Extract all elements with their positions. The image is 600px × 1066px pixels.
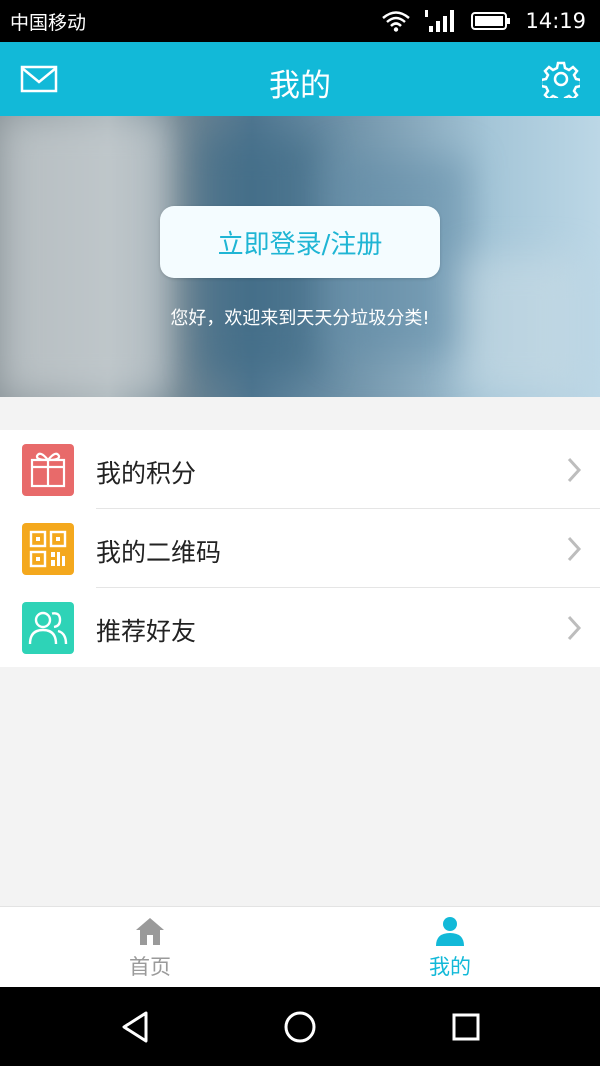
app-root: 中国移动 14:19 我的 立即登录/注册 您好，欢迎来到天天分垃圾分类! 我的…: [0, 0, 600, 1066]
menu-item-label: 推荐好友: [96, 617, 197, 646]
tab-profile-label: 我的: [429, 955, 471, 979]
profile-menu: 我的积分 我的二维码 推荐好友: [0, 430, 600, 667]
page-title: 我的: [269, 68, 331, 104]
gift-icon: [22, 444, 74, 496]
carrier-label: 中国移动: [10, 12, 87, 34]
status-icons: 14:19: [381, 6, 586, 36]
home-circle-icon[interactable]: [280, 1007, 320, 1047]
system-nav-bar: [0, 987, 600, 1066]
person-icon: [436, 917, 464, 946]
menu-item-invite-friends[interactable]: 推荐好友: [0, 588, 600, 667]
chevron-right-icon: [567, 615, 582, 641]
wifi-icon: [382, 11, 411, 32]
friends-icon: [22, 602, 74, 654]
chevron-right-icon: [567, 457, 582, 483]
tab-home[interactable]: 首页: [0, 907, 300, 987]
signal-icon: [425, 10, 455, 32]
recents-icon[interactable]: [446, 1007, 486, 1047]
bottom-tab-bar: 首页 我的: [0, 906, 600, 987]
status-bar: 中国移动 14:19: [0, 0, 600, 42]
menu-item-qr-code[interactable]: 我的二维码: [0, 509, 600, 588]
login-register-button[interactable]: 立即登录/注册: [160, 206, 440, 278]
home-icon: [136, 918, 164, 945]
battery-icon: [471, 12, 511, 30]
tab-home-label: 首页: [129, 955, 171, 979]
tab-profile[interactable]: 我的: [300, 907, 600, 987]
menu-item-label: 我的二维码: [96, 538, 222, 567]
back-icon[interactable]: [116, 1007, 156, 1047]
settings-button[interactable]: [539, 60, 583, 105]
welcome-message: 您好，欢迎来到天天分垃圾分类!: [170, 308, 430, 329]
menu-item-points[interactable]: 我的积分: [0, 430, 600, 509]
clock: 14:19: [525, 9, 586, 33]
banner-blur-shape: [0, 116, 170, 397]
qr-code-icon: [22, 523, 74, 575]
app-bar: 我的: [0, 42, 600, 116]
chevron-right-icon: [567, 536, 582, 562]
gear-icon: [539, 61, 583, 105]
menu-item-label: 我的积分: [96, 459, 197, 488]
profile-banner: 立即登录/注册 您好，欢迎来到天天分垃圾分类!: [0, 116, 600, 397]
